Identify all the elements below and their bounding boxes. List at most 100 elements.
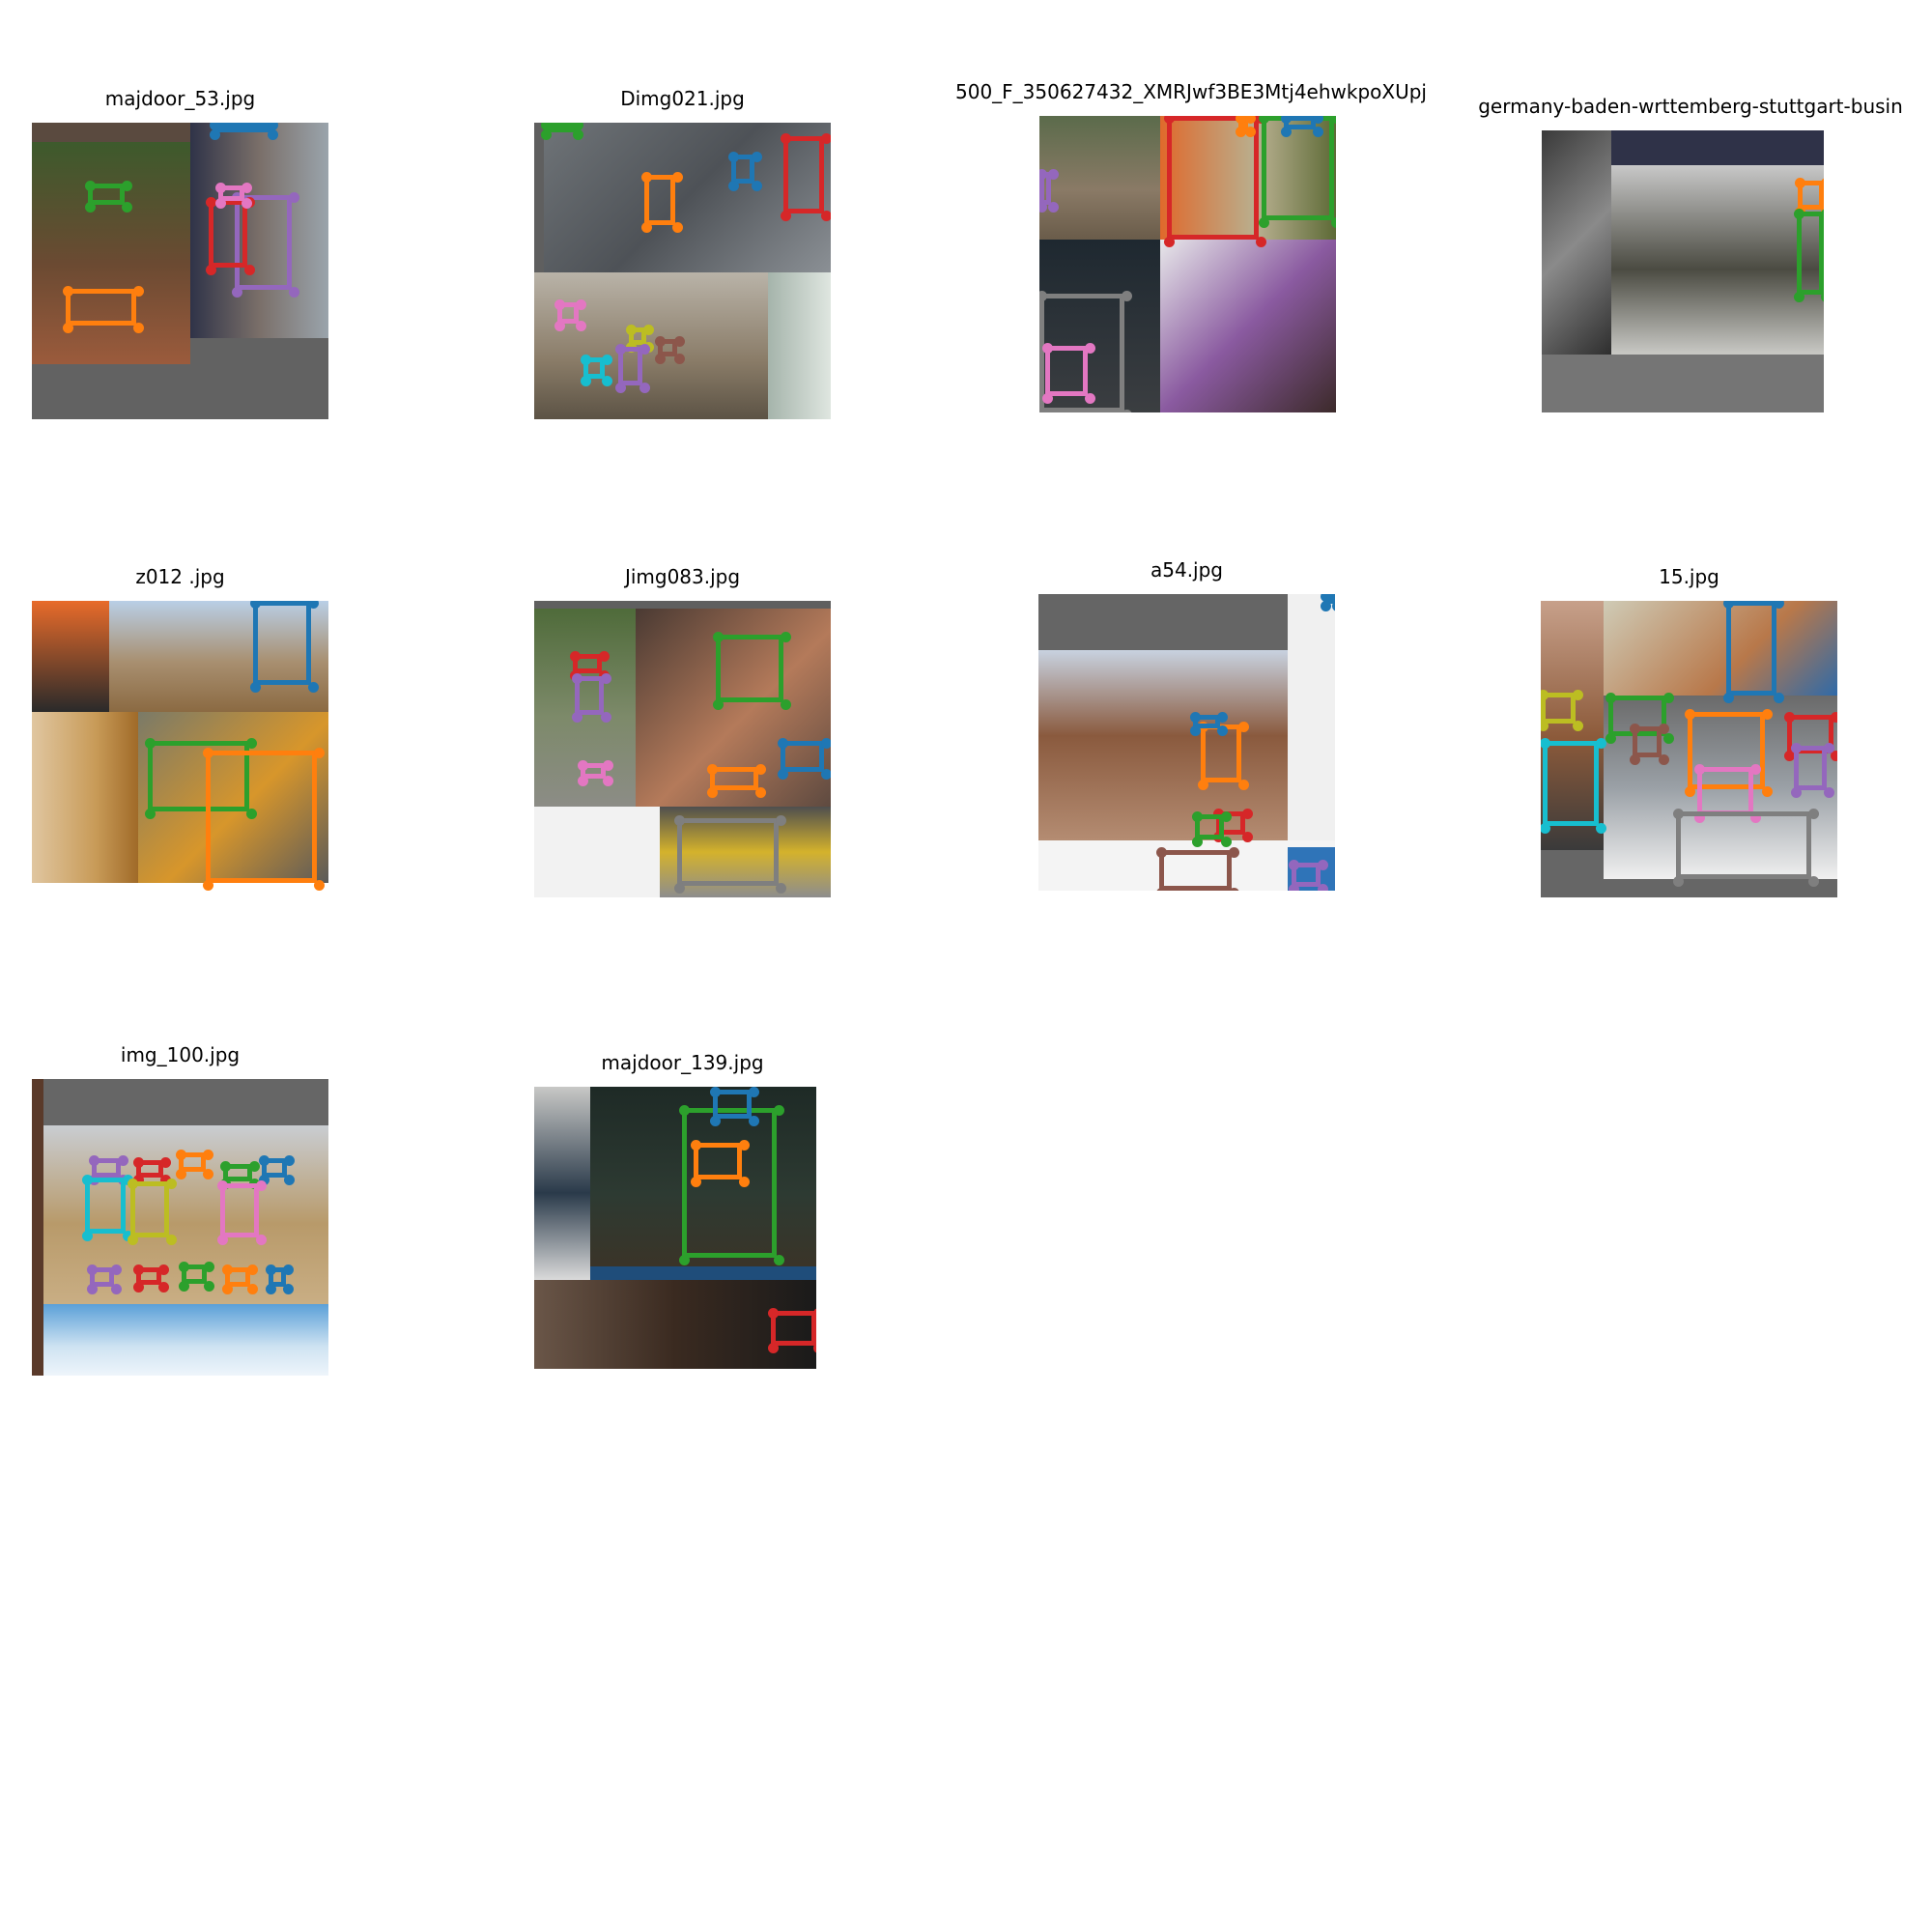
box-corner-point [1164, 237, 1175, 247]
box-corner-point [284, 1175, 295, 1185]
bounding-box [781, 133, 831, 221]
box-corner-point [1794, 292, 1804, 302]
box-corner-point [626, 325, 637, 335]
box-corner-point [133, 323, 144, 333]
bounding-box [87, 1264, 122, 1294]
box-corner-point [821, 211, 831, 221]
bounding-box [133, 1264, 169, 1293]
box-corner-point [755, 764, 766, 775]
box-corner-point [217, 1180, 228, 1191]
box-corner-point [128, 1235, 138, 1245]
box-corner-point [821, 769, 831, 780]
box-corner-point [679, 1255, 690, 1265]
box-corner-point [1042, 343, 1053, 354]
box-corner-point [1774, 693, 1784, 703]
bounding-box [259, 1155, 295, 1185]
image-tile [1160, 240, 1336, 412]
bounding-box [570, 651, 610, 681]
box-corner-point [1673, 809, 1684, 819]
box-corner-point [1659, 754, 1669, 765]
bounding-box [82, 1175, 133, 1241]
image-tile [1288, 594, 1335, 840]
box-corner-point [158, 1264, 169, 1275]
box-corner-point [215, 198, 226, 209]
image-tile [1604, 601, 1837, 696]
box-corner-point [1245, 127, 1256, 137]
box-corner-point [1217, 712, 1228, 723]
box-corner-point [256, 1180, 267, 1191]
mosaic-image[interactable] [32, 1079, 328, 1376]
box-corner-point [133, 1282, 144, 1293]
box-corner-point [203, 880, 213, 891]
box-corner-point [1238, 780, 1249, 790]
box-corner-point [1821, 209, 1824, 219]
box-corner-point [289, 287, 299, 298]
panel-title: majdoor_53.jpg [104, 87, 256, 110]
box-corner-point [122, 181, 132, 191]
box-corner-point [781, 699, 791, 710]
box-corner-point [314, 748, 325, 758]
box-corner-point [776, 815, 786, 826]
box-corner-point [1694, 764, 1705, 775]
panel-title: a54.jpg [1150, 558, 1224, 582]
box-corner-point [1192, 837, 1203, 847]
box-corner-point [541, 129, 552, 140]
mosaic-image[interactable] [1542, 130, 1824, 412]
box-corner-point [1259, 116, 1269, 124]
box-corner-point [1042, 393, 1053, 404]
mosaic-image[interactable] [534, 123, 831, 419]
box-corner-point [1156, 847, 1167, 858]
box-corner-point [133, 1264, 144, 1275]
image-tile [534, 1087, 590, 1280]
box-corner-point [1085, 343, 1095, 354]
box-corner-point [1164, 116, 1175, 124]
box-corner-point [242, 183, 252, 193]
bounding-box [1039, 169, 1059, 213]
panel-title: germany-baden-wrttemberg-stuttgart-busin [1478, 95, 1903, 118]
box-corner-point [1313, 127, 1323, 137]
box-corner-point [578, 776, 588, 786]
box-corner-point [1332, 594, 1335, 602]
box-corner-point [283, 1284, 294, 1294]
box-corner-point [821, 738, 831, 749]
box-corner-point [179, 1262, 189, 1272]
bounding-box [615, 344, 650, 393]
box-corner-point [781, 133, 791, 144]
box-corner-point [739, 1140, 750, 1151]
box-corner-point [1289, 860, 1299, 870]
box-corner-point [1242, 832, 1253, 842]
box-corner-point [1318, 884, 1328, 891]
box-corner-point [1685, 786, 1695, 797]
box-corner-point [179, 1281, 189, 1292]
mosaic-image[interactable] [1541, 601, 1837, 897]
panel-dimg021: Dimg021.jpg [534, 87, 831, 420]
box-corner-point [1723, 601, 1734, 609]
box-corner-point [813, 1308, 816, 1319]
mosaic-image[interactable] [534, 1087, 816, 1369]
bounding-box [1192, 811, 1232, 847]
mosaic-image[interactable] [1038, 594, 1335, 891]
panel-title: 500_F_350627432_XMRJwf3BE3Mtj4ehwkpoXUpj [955, 80, 1427, 103]
box-corner-point [710, 1087, 721, 1097]
box-corner-point [244, 265, 255, 275]
panel-majdoor-139: majdoor_139.jpg [534, 1051, 831, 1381]
box-corner-point [1784, 712, 1795, 723]
box-corner-point [1573, 690, 1583, 700]
box-corner-point [166, 1179, 177, 1189]
bounding-box [1541, 690, 1583, 731]
mosaic-image[interactable] [32, 123, 328, 419]
box-corner-point [641, 172, 652, 183]
mosaic-image[interactable] [534, 601, 831, 897]
box-corner-point [691, 1177, 701, 1187]
image-tile [32, 123, 190, 142]
bounding-box [691, 1140, 750, 1187]
bounding-box [217, 1180, 267, 1245]
mosaic-image[interactable] [32, 601, 328, 897]
box-corner-point [570, 651, 581, 662]
box-corner-point [111, 1264, 122, 1275]
mosaic-image[interactable] [1039, 116, 1336, 412]
box-corner-point [247, 1264, 258, 1275]
bounding-box [215, 183, 252, 209]
box-corner-point [1808, 809, 1819, 819]
box-corner-point [250, 601, 261, 609]
